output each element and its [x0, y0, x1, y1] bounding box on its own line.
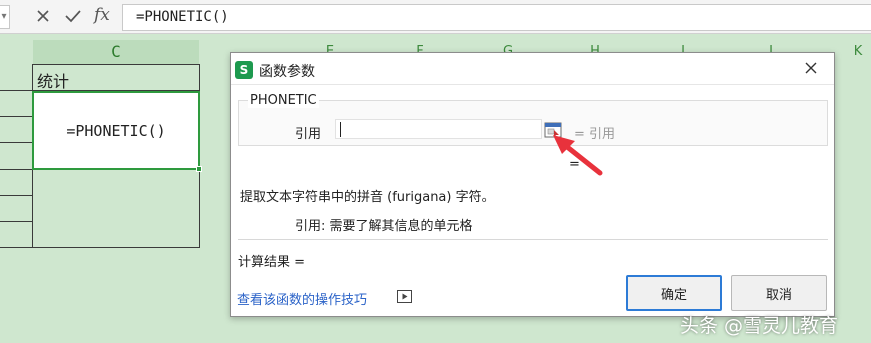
function-name: PHONETIC — [248, 93, 319, 108]
divider — [238, 239, 828, 240]
formula-input[interactable]: =PHONETIC() — [122, 4, 871, 31]
range-select-icon — [544, 122, 562, 138]
dialog-title: 函数参数 — [259, 64, 315, 80]
confirm-formula-button[interactable] — [61, 4, 85, 28]
function-description: 提取文本字符串中的拼音 (furigana) 字符。 — [240, 190, 495, 205]
column-header-k[interactable]: K — [846, 40, 870, 64]
cancel-formula-button[interactable] — [31, 4, 55, 28]
chevron-down-icon: ▾ — [1, 11, 7, 22]
column-header-c[interactable]: C — [33, 40, 199, 64]
name-box-dropdown[interactable]: ▾ — [0, 5, 10, 29]
cell-c-header[interactable]: 统计 — [37, 68, 69, 92]
function-arguments-dialog: S 函数参数 PHONETIC 引用 = 引用 = 提取文本字符串中的拼音 (f… — [230, 52, 835, 317]
argument-evaluated-value: = 引用 — [574, 127, 616, 142]
table-border — [0, 247, 200, 248]
text-caret — [340, 122, 341, 137]
active-cell-formula: =PHONETIC() — [66, 121, 166, 140]
table-border — [0, 195, 33, 196]
close-icon — [805, 62, 817, 74]
cell-c-lower[interactable] — [33, 170, 199, 247]
formula-bar: ▾ fx =PHONETIC() — [0, 0, 871, 34]
argument-label: 引用 — [295, 127, 322, 142]
video-play-icon[interactable] — [397, 290, 412, 303]
watermark: 头条 @雪灵儿教育 — [680, 315, 839, 337]
cancel-button[interactable]: 取消 — [731, 275, 827, 311]
fill-handle[interactable] — [196, 166, 202, 172]
function-result-value: = — [569, 157, 580, 172]
table-border — [0, 116, 33, 117]
wps-logo-icon: S — [235, 61, 253, 79]
insert-function-button[interactable]: fx — [94, 5, 110, 25]
table-border — [33, 64, 199, 65]
table-border — [0, 142, 33, 143]
collapse-dialog-button[interactable] — [544, 122, 562, 138]
help-link[interactable]: 查看该函数的操作技巧 — [237, 289, 367, 308]
active-cell[interactable]: =PHONETIC() — [32, 91, 202, 172]
ok-button[interactable]: 确定 — [626, 275, 722, 311]
table-border — [0, 169, 33, 170]
dialog-titlebar[interactable]: S 函数参数 — [231, 53, 834, 85]
dialog-close-button[interactable] — [802, 59, 820, 77]
table-border — [0, 221, 33, 222]
argument-description: 引用: 需要了解其信息的单元格 — [295, 219, 473, 234]
close-x-icon — [37, 10, 49, 22]
calc-result: 计算结果 = — [238, 255, 306, 270]
check-icon — [65, 10, 81, 23]
argument-input[interactable] — [335, 119, 542, 139]
